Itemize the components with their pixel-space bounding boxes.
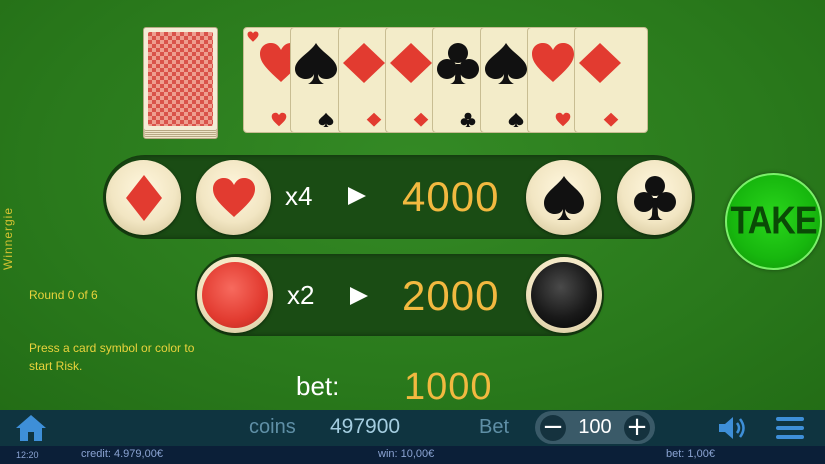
spades-icon [485, 43, 527, 84]
home-icon [16, 415, 46, 441]
round-counter: Round 0 of 6 [29, 288, 98, 302]
red-color-icon [202, 262, 268, 328]
speaker-icon [719, 417, 745, 439]
hamburger-menu-icon [776, 417, 804, 439]
spades-icon [295, 43, 337, 84]
bottom-toolbar: coins 497900 Bet − 100 + [0, 410, 825, 446]
history-cards [243, 27, 648, 133]
diamonds-small-icon [603, 112, 619, 127]
spades-button[interactable] [526, 160, 601, 235]
color-arrow-icon [350, 287, 368, 305]
game-table: x4 4000 x2 2000 TAKE Winnergie Round 0 o… [0, 0, 825, 410]
hearts-icon [212, 177, 255, 217]
sound-button[interactable] [716, 414, 750, 442]
black-color-icon [531, 262, 597, 328]
win-readout: win: 10,00€ [378, 448, 435, 460]
bet-label: bet: [296, 371, 340, 401]
spades-icon [543, 175, 584, 220]
status-bar: 12:20 credit: 4.979,00€ win: 10,00€ bet:… [0, 446, 825, 464]
bet-step-label: Bet [479, 416, 510, 438]
suit-multiplier: x4 [285, 181, 313, 211]
card-back-pattern [148, 32, 213, 126]
take-button[interactable]: TAKE [725, 173, 822, 270]
diamonds-small-icon [413, 112, 429, 127]
black-color-button[interactable] [526, 257, 602, 333]
home-button[interactable] [14, 413, 48, 443]
clubs-small-icon [460, 112, 476, 127]
menu-button[interactable] [775, 414, 805, 442]
card-back [143, 27, 218, 131]
suit-win-amount: 4000 [402, 173, 500, 220]
bet-readout: bet: 1,00€ [666, 448, 715, 460]
bet-value: 1000 [404, 366, 493, 408]
diamonds-icon [579, 43, 621, 83]
hearts-small-icon [555, 112, 571, 127]
history-card-diamonds [574, 27, 648, 133]
red-color-button[interactable] [197, 257, 273, 333]
clubs-button[interactable] [617, 160, 692, 235]
color-win-amount: 2000 [402, 272, 500, 319]
coins-value: 497900 [330, 415, 401, 438]
diamonds-button[interactable] [106, 160, 181, 235]
suit-bet-panel [103, 155, 695, 239]
spades-small-icon [508, 112, 524, 127]
clubs-icon [436, 43, 479, 84]
hearts-corner-icon [247, 31, 259, 42]
take-label: TAKE [730, 199, 817, 243]
credit-readout: credit: 4.979,00€ [81, 448, 163, 460]
clock: 12:20 [16, 450, 39, 460]
diamonds-small-icon [366, 112, 382, 127]
bet-step-value: 100 [578, 416, 612, 438]
bet-decrease-button[interactable]: − [540, 414, 566, 441]
hearts-icon [532, 43, 574, 82]
hearts-small-icon [271, 112, 287, 127]
card-deck [143, 27, 218, 139]
bet-increase-button[interactable]: + [624, 414, 650, 441]
risk-hint: Press a card symbol or color to start Ri… [29, 341, 195, 373]
suit-arrow-icon [348, 187, 366, 205]
hearts-button[interactable] [196, 160, 271, 235]
brand-logo: Winnergie [1, 206, 15, 270]
clubs-icon [633, 175, 676, 220]
diamonds-icon [343, 43, 385, 83]
diamonds-icon [390, 43, 432, 83]
diamonds-icon [125, 174, 162, 221]
color-multiplier: x2 [287, 280, 315, 310]
bet-stepper: − 100 + [535, 411, 655, 444]
coins-label: coins [249, 416, 296, 438]
spades-small-icon [318, 112, 334, 127]
